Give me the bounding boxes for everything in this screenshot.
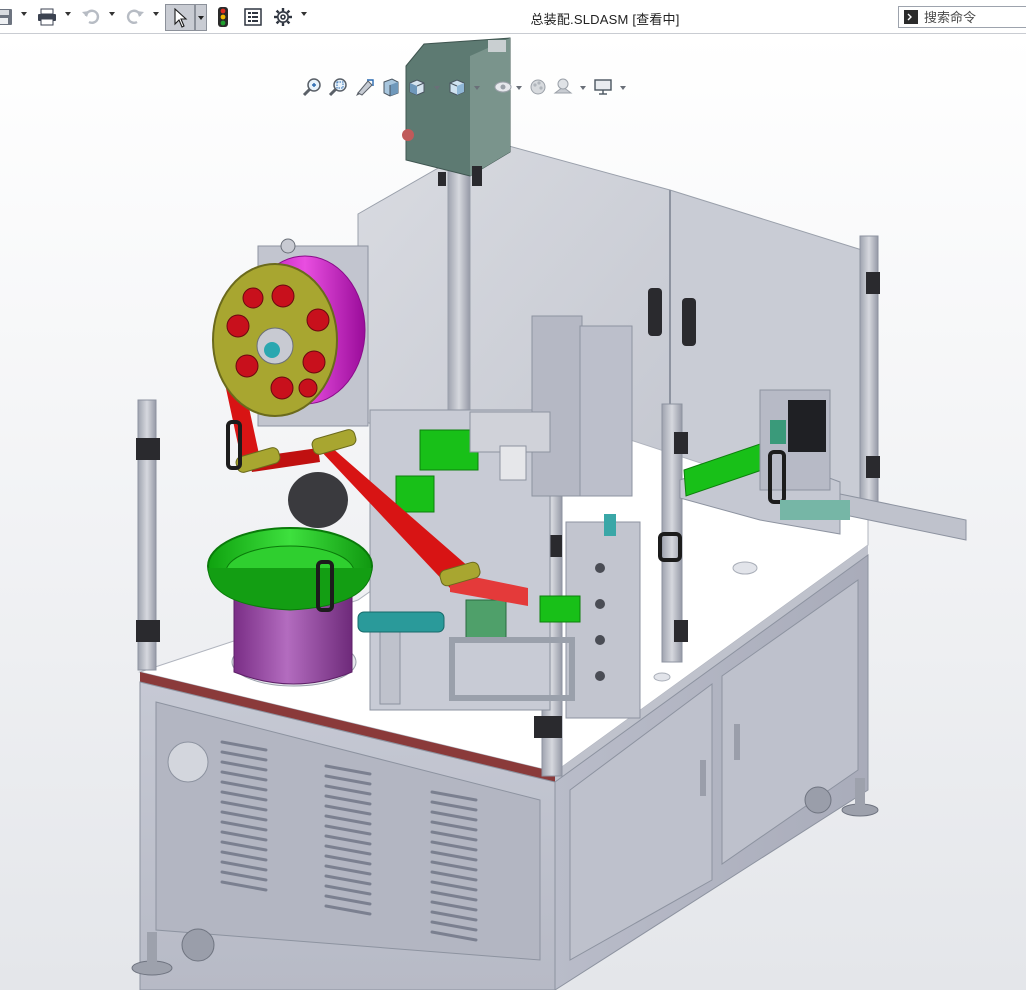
- view-orientation-icon[interactable]: [406, 76, 428, 98]
- title-bar: 总装配.SLDASM [查看中]: [0, 0, 1026, 34]
- print-icon[interactable]: [36, 5, 58, 29]
- print-dropdown-caret[interactable]: [65, 12, 71, 16]
- edit-appearance-icon[interactable]: [528, 76, 550, 98]
- graphics-area[interactable]: [0, 34, 1026, 990]
- search-box[interactable]: [898, 6, 1026, 28]
- options-dropdown-caret[interactable]: [301, 12, 307, 16]
- apply-scene-caret[interactable]: [580, 86, 586, 90]
- view-orientation-caret[interactable]: [434, 86, 440, 90]
- file-properties-icon[interactable]: [242, 5, 264, 29]
- display-style-caret[interactable]: [474, 86, 480, 90]
- zoom-to-fit-icon[interactable]: [302, 76, 324, 98]
- undo-dropdown-caret[interactable]: [109, 12, 115, 16]
- zoom-to-area-icon[interactable]: [328, 76, 350, 98]
- traffic-light-icon[interactable]: [214, 5, 232, 29]
- command-prompt-icon: [904, 10, 918, 24]
- select-arrow-icon[interactable]: [165, 4, 195, 31]
- hide-show-items-icon[interactable]: [492, 76, 514, 98]
- redo-icon[interactable]: [124, 5, 146, 29]
- save-dropdown-caret[interactable]: [21, 12, 27, 16]
- view-settings-caret[interactable]: [620, 86, 626, 90]
- search-commands-input[interactable]: [924, 9, 1020, 25]
- options-gear-icon[interactable]: [272, 5, 294, 29]
- select-dropdown[interactable]: [195, 4, 207, 31]
- tape-reel-spool: [212, 238, 369, 427]
- save-icon[interactable]: [0, 5, 14, 29]
- apply-scene-icon[interactable]: [552, 76, 574, 98]
- previous-view-icon[interactable]: [354, 76, 376, 98]
- view-settings-icon[interactable]: [592, 76, 614, 98]
- hide-show-caret[interactable]: [516, 86, 522, 90]
- undo-icon[interactable]: [80, 5, 102, 29]
- redo-dropdown-caret[interactable]: [153, 12, 159, 16]
- assembly-model-view[interactable]: [0, 34, 1026, 990]
- display-style-icon[interactable]: [446, 76, 468, 98]
- section-view-icon[interactable]: [380, 76, 402, 98]
